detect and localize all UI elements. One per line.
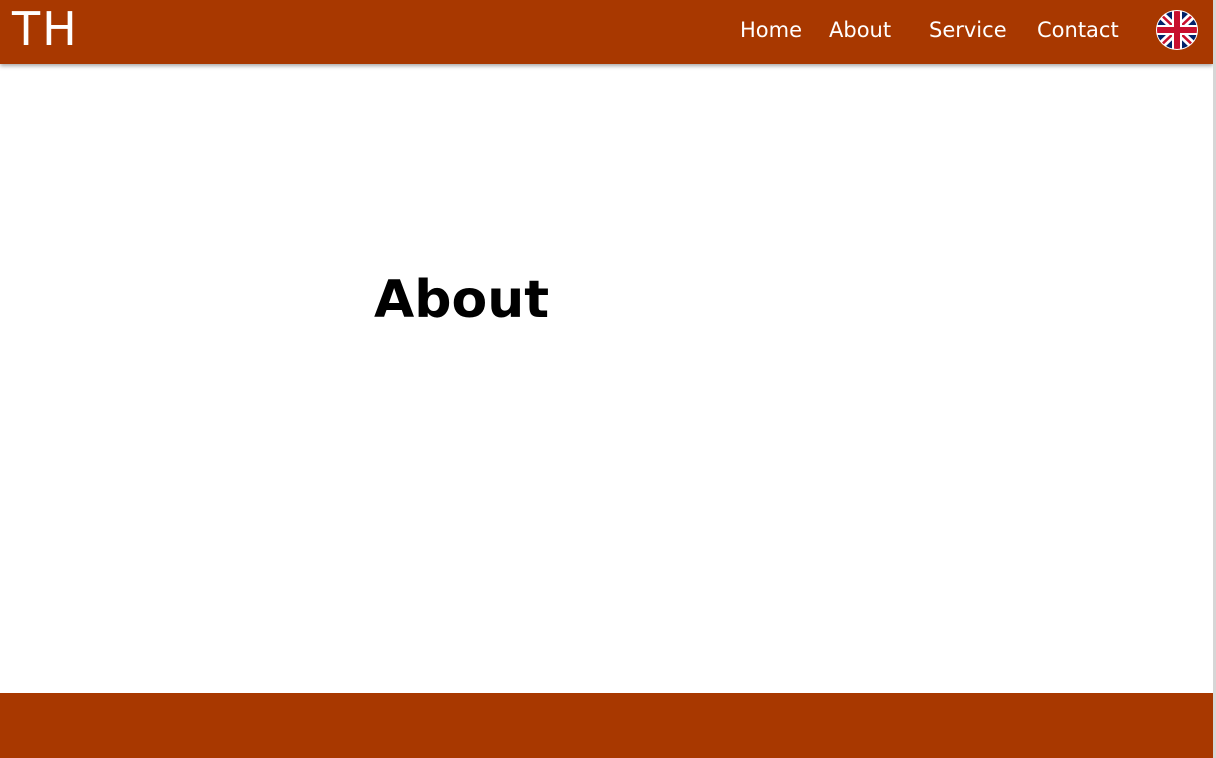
page-title: About <box>374 270 550 330</box>
nav-home-link[interactable]: Home <box>740 0 802 60</box>
nav-about-link[interactable]: About <box>829 0 891 60</box>
site-header: TH Home About Service Contact <box>0 0 1213 64</box>
nav-contact-link[interactable]: Contact <box>1037 0 1119 60</box>
site-footer <box>0 693 1213 758</box>
uk-flag-icon[interactable] <box>1156 10 1198 50</box>
nav-service-link[interactable]: Service <box>929 0 1007 60</box>
site-logo[interactable]: TH <box>12 2 79 56</box>
